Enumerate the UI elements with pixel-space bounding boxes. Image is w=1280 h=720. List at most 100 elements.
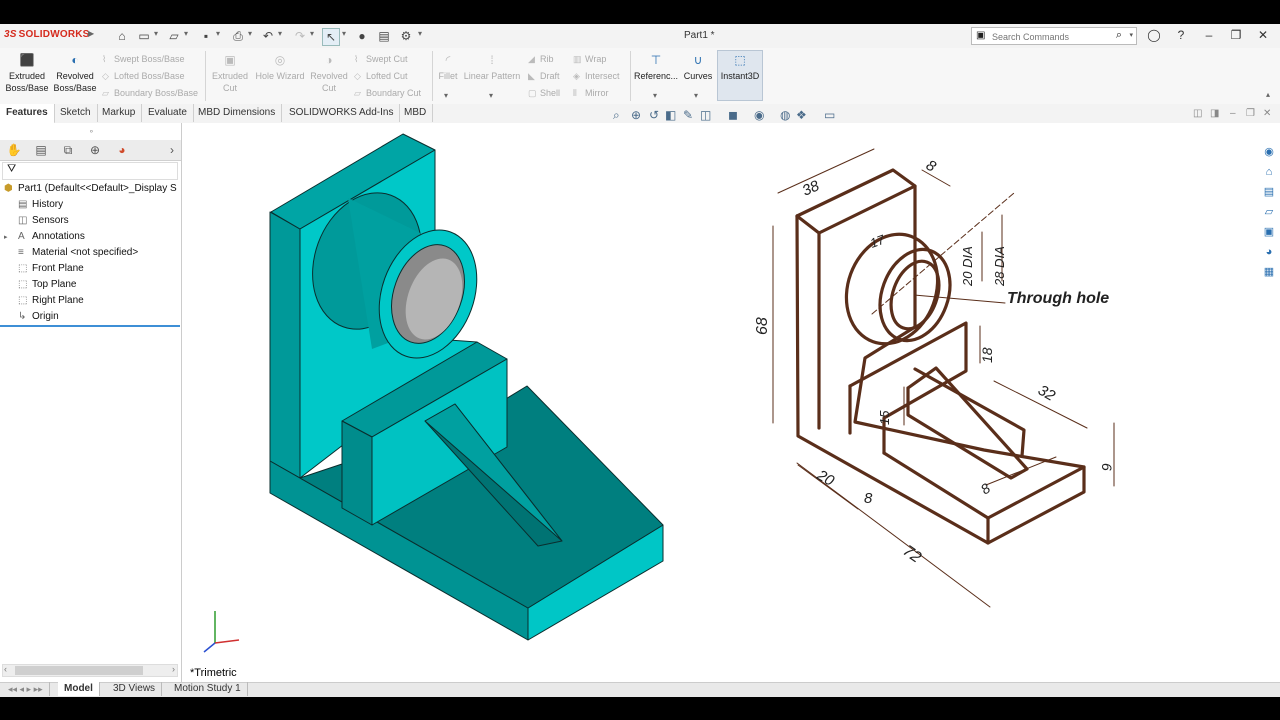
print-dropdown-icon[interactable]: ▾ [248,29,252,38]
zoom-to-fit-icon[interactable]: ⌕ [613,108,620,123]
restore-icon[interactable]: ❐ [1228,28,1244,44]
tree-item-annotations[interactable]: ▸ A Annotations [4,231,85,242]
file-explorer-icon[interactable]: ▤ [1260,183,1278,201]
redo-icon[interactable]: ↷ [292,28,308,44]
pattern-dropdown-icon[interactable]: ▾ [489,91,493,100]
extruded-boss-button[interactable]: ⬛ Extruded Boss/Base [4,54,50,94]
scenes-icon[interactable]: ◕ [1260,243,1278,261]
tab-solidworks-addins[interactable]: SOLIDWORKS Add-Ins [283,104,401,122]
intersect-button[interactable]: ◈ Intersect [573,71,620,82]
view-orientation-icon[interactable]: ◫ [700,108,711,122]
save-icon[interactable]: ▪ [198,28,214,44]
select-dropdown-icon[interactable]: ▾ [342,29,346,38]
tree-root-part[interactable]: ⬢ Part1 (Default<<Default>_Display S [4,183,177,194]
tab-evaluate[interactable]: Evaluate [142,104,194,122]
tab-mbd-dimensions[interactable]: MBD Dimensions [192,104,283,122]
shell-button[interactable]: ▢ Shell [528,88,560,99]
tab-sketch[interactable]: Sketch [54,104,98,122]
new-document-icon[interactable]: ▭ [136,28,152,44]
instant3d-button[interactable]: ⬚ Instant3D [718,54,762,82]
save-dropdown-icon[interactable]: ▾ [216,29,220,38]
tab-motion-study[interactable]: Motion Study 1 [168,682,248,696]
mirror-button[interactable]: ⫴ Mirror [573,88,609,99]
search-dropdown-icon[interactable]: ▾ [1129,31,1133,39]
curves-dropdown-icon[interactable]: ▾ [694,91,698,100]
reference-geometry-button[interactable]: ⊤ Referenc... [634,54,678,82]
options-dropdown-icon[interactable]: ▾ [418,29,422,38]
dynamic-annotation-icon[interactable]: ✎ [683,108,693,122]
fillet-dropdown-icon[interactable]: ▾ [444,91,448,100]
solidworks-resources-icon[interactable]: ◉ [1260,143,1278,161]
help-icon[interactable]: ? [1173,28,1189,44]
view-settings-icon[interactable]: ▭ [824,108,835,122]
edit-appearance-icon[interactable]: ◍ [780,108,790,122]
view-palette-icon[interactable]: ▱ [1260,203,1278,221]
viewport-restore-icon[interactable]: ❐ [1246,108,1255,119]
viewport-close-icon[interactable]: ✕ [1263,108,1271,119]
lofted-cut-button[interactable]: ◇ Lofted Cut [354,71,408,82]
new-dropdown-icon[interactable]: ▾ [154,29,158,38]
panel-more-icon[interactable]: › [164,142,180,158]
custom-properties-icon[interactable]: ▦ [1260,263,1278,281]
boundary-cut-button[interactable]: ▱ Boundary Cut [354,88,421,99]
zoom-area-icon[interactable]: ⊕ [631,108,641,122]
dimxpert-tab-icon[interactable]: ⊕ [87,142,103,158]
tab-model[interactable]: Model [58,682,100,696]
select-arrow-icon[interactable]: ↖ [322,28,340,46]
undo-icon[interactable]: ↶ [260,28,276,44]
panel-grip-icon[interactable]: ⚬ [88,127,95,136]
linear-pattern-button[interactable]: ⁞ Linear Pattern [462,54,522,82]
configuration-manager-tab-icon[interactable]: ⧉ [60,142,76,158]
section-view-icon[interactable]: ◧ [665,108,676,122]
hole-wizard-button[interactable]: ◎ Hole Wizard [254,54,306,82]
open-folder-icon[interactable]: ▱ [166,28,182,44]
tree-item-right-plane[interactable]: ⬚ Right Plane [18,295,84,306]
search-commands-box[interactable]: ▣ ⌕ ▾ [971,27,1137,45]
wrap-button[interactable]: ▥ Wrap [573,54,606,65]
appearances-icon[interactable]: ▣ [1260,223,1278,241]
curves-button[interactable]: ∪ Curves [680,54,716,82]
print-icon[interactable]: ⎙ [230,28,246,44]
previous-view-icon[interactable]: ↺ [649,108,659,122]
solidworks-logo[interactable]: 3S SOLIDWORKS [4,29,90,40]
lofted-boss-button[interactable]: ◇ Lofted Boss/Base [102,71,185,82]
home-icon[interactable]: ⌂ [114,28,130,44]
boundary-boss-button[interactable]: ▱ Boundary Boss/Base [102,88,198,99]
menu-expand-icon[interactable]: ▶ [88,29,94,38]
tab-markup[interactable]: Markup [96,104,143,122]
design-library-icon[interactable]: ⌂ [1260,163,1278,181]
options-gear-icon[interactable]: ⚙ [398,28,414,44]
undo-dropdown-icon[interactable]: ▾ [278,29,282,38]
tab-mbd[interactable]: MBD [398,104,434,122]
user-account-icon[interactable]: ◯ [1146,28,1162,44]
scrollbar-thumb[interactable] [15,666,143,675]
reference-dropdown-icon[interactable]: ▾ [653,91,657,100]
property-manager-tab-icon[interactable]: ▤ [33,142,49,158]
search-icon[interactable]: ⌕ [1116,29,1122,42]
viewport-split-icon[interactable]: ◨ [1210,108,1219,119]
revolved-cut-button[interactable]: ◑ Revolved Cut [308,54,350,94]
open-dropdown-icon[interactable]: ▾ [184,29,188,38]
tree-item-origin[interactable]: ↳ Origin [18,311,59,322]
apply-scene-icon[interactable]: ❖ [796,108,807,122]
fillet-button[interactable]: ◜ Fillet [435,54,461,82]
swept-cut-button[interactable]: ⌇ Swept Cut [354,54,408,65]
draft-button[interactable]: ◣ Draft [528,71,560,82]
scroll-left-icon[interactable]: ‹ [4,664,7,674]
tree-item-sensors[interactable]: ◫ Sensors [18,215,69,226]
minimize-icon[interactable]: – [1201,28,1217,44]
expand-arrow-icon[interactable]: ▸ [4,233,18,241]
graphics-area[interactable]: 38 8 17 20 DIA 28 DIA 68 18 15 32 20 8 8… [182,123,1280,682]
feature-manager-tab-icon[interactable]: ✋ [6,142,22,158]
display-manager-tab-icon[interactable]: ◕ [114,142,130,158]
redo-dropdown-icon[interactable]: ▾ [310,29,314,38]
rebuild-icon[interactable]: ● [354,28,370,44]
swept-boss-button[interactable]: ⌇ Swept Boss/Base [102,54,185,65]
panel-horizontal-scrollbar[interactable]: ‹ › [2,664,178,677]
rib-button[interactable]: ◢ Rib [528,54,554,65]
rollback-bar[interactable] [0,325,180,327]
tree-item-front-plane[interactable]: ⬚ Front Plane [18,263,84,274]
search-input[interactable] [990,29,1114,45]
viewport-minimize-icon[interactable]: – [1230,108,1236,119]
file-properties-icon[interactable]: ▤ [376,28,392,44]
